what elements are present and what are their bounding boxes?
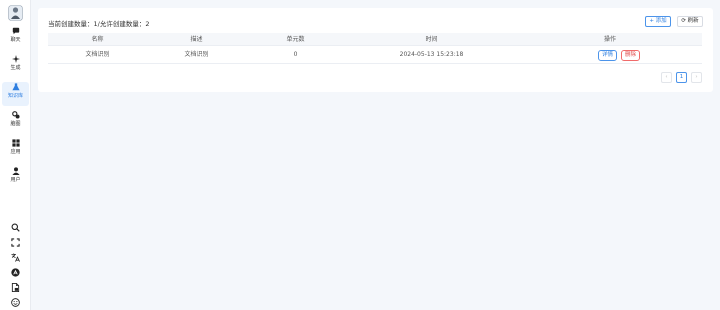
sidebar-item-apps[interactable]: 应用 [2,138,29,162]
detail-button[interactable]: 详情 [598,50,617,61]
sparkle-icon [11,55,20,63]
sidebar-item-mindmap[interactable]: 脑图 [2,110,29,134]
sidebar-item-label: 知识库 [7,93,23,99]
table-header: 名称 描述 单元数 时间 操作 [48,33,702,46]
header-time: 时间 [425,36,438,43]
sidebar-item-label: 生成 [10,65,21,71]
sidebar: 聊天 生成 知识库 脑图 应用 用户 [0,0,31,310]
translate-icon[interactable] [11,253,20,262]
fullscreen-icon[interactable] [11,238,20,247]
user-icon [11,167,20,175]
smile-icon[interactable] [11,298,20,307]
sidebar-item-generate[interactable]: 生成 [2,54,29,78]
row-time: 2024-05-13 15:23:18 [399,51,464,58]
sidebar-item-label: 脑图 [10,121,21,127]
knowledge-table: 名称 描述 单元数 时间 操作 文档识别 文档识别 0 2024-05-13 1… [48,33,702,64]
header-units: 单元数 [286,36,305,43]
app-logo [8,5,23,21]
row-name: 文档识别 [85,51,110,58]
flask-icon [11,83,20,91]
sidebar-item-knowledge[interactable]: 知识库 [2,82,29,106]
pagination-prev-button[interactable]: ‹ [661,72,672,83]
row-units: 0 [293,51,298,58]
creation-count-text: 当前创建数量：1/允许创建数量：2 [48,20,150,28]
knowledge-base-card: 当前创建数量：1/允许创建数量：2 + 添加 ⟳ 刷新 名称 描述 单元数 时间… [38,8,713,92]
header-description: 描述 [190,36,203,43]
openai-icon[interactable] [11,268,20,277]
search-icon[interactable] [11,223,20,232]
apps-icon [11,139,20,147]
sidebar-item-label: 应用 [10,149,21,155]
sidebar-item-label: 用户 [10,177,21,183]
pagination-next-button[interactable]: › [691,72,702,83]
header-actions: 操作 [603,36,616,43]
refresh-button[interactable]: ⟳ 刷新 [677,16,703,27]
row-description: 文档识别 [184,51,209,58]
header-name: 名称 [91,36,104,43]
pagination-page-1[interactable]: 1 [676,72,687,83]
sidebar-item-label: 聊天 [10,37,21,43]
document-icon[interactable] [11,283,20,292]
sidebar-item-user[interactable]: 用户 [2,166,29,190]
mindmap-icon [11,111,20,119]
add-button[interactable]: + 添加 [645,16,671,27]
chat-icon [12,27,19,35]
table-row: 文档识别 文档识别 0 2024-05-13 15:23:18 详情 删除 [48,46,702,64]
sidebar-item-chat[interactable]: 聊天 [2,26,29,50]
delete-button[interactable]: 删除 [621,50,640,61]
